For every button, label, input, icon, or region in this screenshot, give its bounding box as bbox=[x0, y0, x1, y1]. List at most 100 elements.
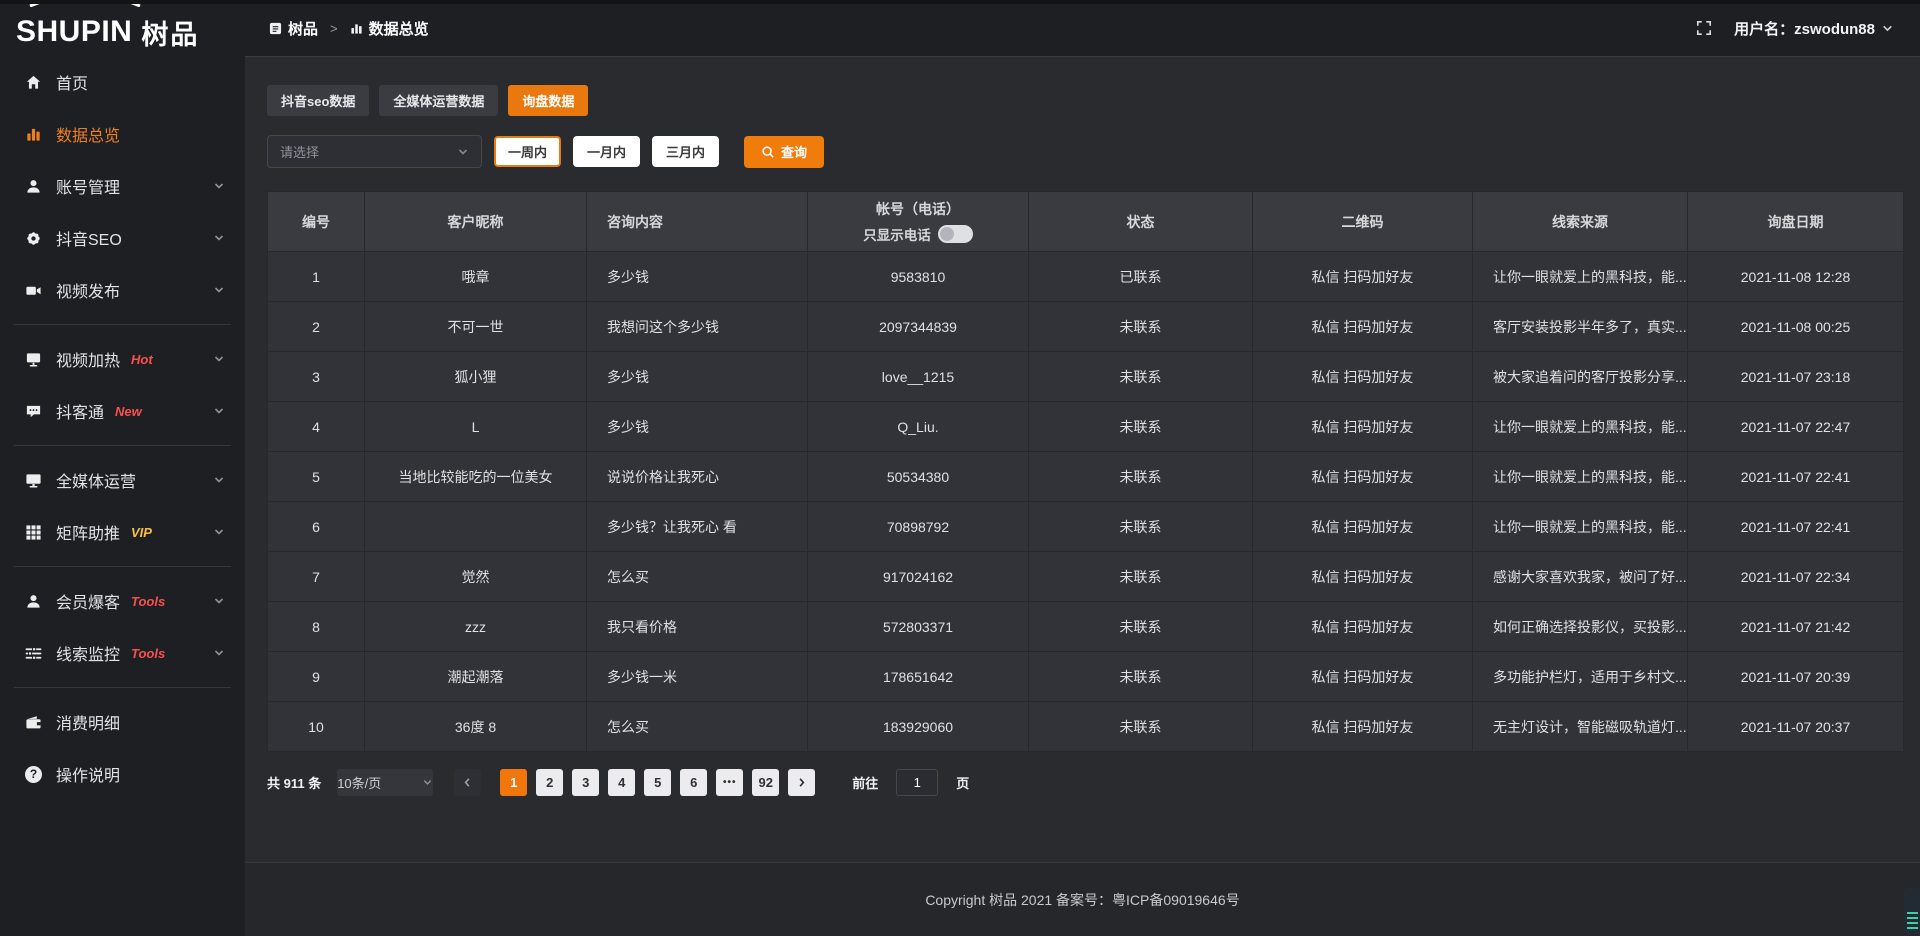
breadcrumb-root[interactable]: 树品 bbox=[288, 18, 318, 39]
cell-source-link[interactable]: 感谢大家喜欢我家，被问了好... bbox=[1473, 552, 1688, 602]
floating-widget-stripes bbox=[1907, 912, 1918, 931]
page-button-6[interactable]: 6 bbox=[680, 769, 707, 796]
sidebar-item-member-burst[interactable]: 会员爆客 Tools bbox=[0, 575, 245, 627]
table-row: 2 不可一世 我想问这个多少钱 2097344839 未联系 私信 扫码加好友 … bbox=[268, 302, 1904, 352]
sidebar-item-douketong[interactable]: 抖客通 New bbox=[0, 385, 245, 437]
cell-qrcode-link[interactable]: 私信 扫码加好友 bbox=[1253, 652, 1473, 702]
sidebar-item-lead-monitor[interactable]: 线索监控 Tools bbox=[0, 627, 245, 679]
jump-prefix-label: 前往 bbox=[852, 773, 878, 792]
cell-content: 怎么买 bbox=[587, 552, 808, 602]
cell-source-link[interactable]: 客厅安装投影半年多了，真实... bbox=[1473, 302, 1688, 352]
cell-qrcode-link[interactable]: 私信 扫码加好友 bbox=[1253, 502, 1473, 552]
user-icon bbox=[24, 178, 43, 195]
sidebar-item-omni-media[interactable]: 全媒体运营 bbox=[0, 454, 245, 506]
cell-index: 2 bbox=[268, 302, 365, 352]
chevron-down-icon bbox=[422, 777, 433, 788]
page-button-2[interactable]: 2 bbox=[536, 769, 563, 796]
page-button-1[interactable]: 1 bbox=[500, 769, 527, 796]
cell-source-link[interactable]: 被大家追着问的客厅投影分享... bbox=[1473, 352, 1688, 402]
cell-qrcode-link[interactable]: 私信 扫码加好友 bbox=[1253, 252, 1473, 302]
cell-qrcode-link[interactable]: 私信 扫码加好友 bbox=[1253, 302, 1473, 352]
cell-source-link[interactable]: 如何正确选择投影仪，买投影... bbox=[1473, 602, 1688, 652]
cell-qrcode-link[interactable]: 私信 扫码加好友 bbox=[1253, 402, 1473, 452]
period-quarter-button[interactable]: 三月内 bbox=[652, 136, 719, 167]
cell-source-link[interactable]: 让你一眼就爱上的黑科技，能... bbox=[1473, 502, 1688, 552]
cell-content: 多少钱一米 bbox=[587, 652, 808, 702]
next-page-button[interactable] bbox=[788, 769, 815, 796]
cell-index: 5 bbox=[268, 452, 365, 502]
cell-account: 2097344839 bbox=[808, 302, 1029, 352]
cell-nickname: 当地比较能吃的一位美女 bbox=[365, 452, 587, 502]
page-button-3[interactable]: 3 bbox=[572, 769, 599, 796]
toggle-knob bbox=[940, 227, 954, 241]
username-dropdown[interactable]: 用户名：zswodun88 bbox=[1734, 18, 1875, 39]
cell-source-link[interactable]: 多功能护栏灯，适用于乡村文... bbox=[1473, 652, 1688, 702]
sidebar-item-account-management[interactable]: 账号管理 bbox=[0, 160, 245, 212]
cell-source-link[interactable]: 让你一眼就爱上的黑科技，能... bbox=[1473, 452, 1688, 502]
cell-nickname: 36度 8 bbox=[365, 702, 587, 752]
sidebar-item-help[interactable]: ? 操作说明 bbox=[0, 748, 245, 800]
cell-qrcode-link[interactable]: 私信 扫码加好友 bbox=[1253, 602, 1473, 652]
page-button-5[interactable]: 5 bbox=[644, 769, 671, 796]
page-button-92[interactable]: 92 bbox=[752, 769, 779, 796]
cell-qrcode-link[interactable]: 私信 扫码加好友 bbox=[1253, 552, 1473, 602]
sidebar-item-douyin-seo[interactable]: 抖音SEO bbox=[0, 212, 245, 264]
sidebar-item-data-overview[interactable]: 数据总览 bbox=[0, 108, 245, 160]
page-button-4[interactable]: 4 bbox=[608, 769, 635, 796]
sidebar-item-video-publish[interactable]: 视频发布 bbox=[0, 264, 245, 316]
cell-account: 572803371 bbox=[808, 602, 1029, 652]
breadcrumb-separator: > bbox=[330, 21, 338, 36]
sidebar: SHUPIN 树品 首页 数据总览 账号管理 bbox=[0, 0, 245, 936]
prev-page-button[interactable] bbox=[454, 769, 481, 796]
hot-badge: Hot bbox=[131, 352, 153, 367]
account-select[interactable]: 请选择 bbox=[267, 135, 482, 168]
tab-douyin-seo-data[interactable]: 抖音seo数据 bbox=[267, 85, 369, 116]
breadcrumb: 树品 > 数据总览 bbox=[269, 18, 429, 39]
app-window: SHUPIN 树品 首页 数据总览 账号管理 bbox=[0, 0, 1920, 936]
cell-qrcode-link[interactable]: 私信 扫码加好友 bbox=[1253, 452, 1473, 502]
cell-source-link[interactable]: 让你一眼就爱上的黑科技，能... bbox=[1473, 252, 1688, 302]
page-size-select[interactable]: 10条/页 bbox=[337, 769, 433, 796]
cell-date: 2021-11-07 21:42 bbox=[1688, 602, 1904, 652]
chevron-down-icon bbox=[213, 526, 225, 538]
filter-bar: 请选择 一周内 一月内 三月内 查询 bbox=[267, 135, 1902, 168]
page-size-value: 10条/页 bbox=[337, 773, 381, 792]
cell-status: 未联系 bbox=[1029, 302, 1253, 352]
cell-date: 2021-11-07 20:39 bbox=[1688, 652, 1904, 702]
wallet-icon bbox=[24, 714, 43, 731]
cell-date: 2021-11-08 12:28 bbox=[1688, 252, 1904, 302]
table-row: 3 狐小狸 多少钱 love__1215 未联系 私信 扫码加好友 被大家追着问… bbox=[268, 352, 1904, 402]
main-column: 树品 > 数据总览 用户名：zswodun88 抖音seo数据 全 bbox=[245, 0, 1920, 936]
cell-date: 2021-11-07 22:47 bbox=[1688, 402, 1904, 452]
period-week-button[interactable]: 一周内 bbox=[494, 136, 561, 167]
period-month-button[interactable]: 一月内 bbox=[573, 136, 640, 167]
footer: Copyright 树品 2021 备案号：粤ICP备09019646号 bbox=[245, 862, 1920, 936]
tab-omni-media-data[interactable]: 全媒体运营数据 bbox=[379, 85, 498, 116]
cell-source-link[interactable]: 让你一眼就爱上的黑科技，能... bbox=[1473, 402, 1688, 452]
cell-account: Q_Liu. bbox=[808, 402, 1029, 452]
more-pages-button[interactable]: ••• bbox=[716, 769, 743, 796]
cell-status: 未联系 bbox=[1029, 502, 1253, 552]
cell-qrcode-link[interactable]: 私信 扫码加好友 bbox=[1253, 702, 1473, 752]
floating-widget[interactable] bbox=[1904, 888, 1920, 936]
cell-status: 已联系 bbox=[1029, 252, 1253, 302]
cell-content: 怎么买 bbox=[587, 702, 808, 752]
sidebar-item-expense-detail[interactable]: 消费明细 bbox=[0, 696, 245, 748]
search-button[interactable]: 查询 bbox=[744, 136, 824, 168]
cell-qrcode-link[interactable]: 私信 扫码加好友 bbox=[1253, 352, 1473, 402]
fullscreen-icon[interactable] bbox=[1696, 20, 1712, 36]
select-placeholder: 请选择 bbox=[280, 142, 319, 161]
sidebar-item-video-heat[interactable]: 视频加热 Hot bbox=[0, 333, 245, 385]
cell-source-link[interactable]: 无主灯设计，智能磁吸轨道灯... bbox=[1473, 702, 1688, 752]
table-row: 5 当地比较能吃的一位美女 说说价格让我死心 50534380 未联系 私信 扫… bbox=[268, 452, 1904, 502]
logo-text: SHUPIN bbox=[16, 17, 132, 47]
sidebar-item-label: 账号管理 bbox=[56, 174, 120, 198]
top-strip bbox=[0, 0, 1920, 4]
tab-inquiry-data[interactable]: 询盘数据 bbox=[508, 85, 588, 116]
sidebar-item-home[interactable]: 首页 bbox=[0, 56, 245, 108]
sidebar-item-matrix-boost[interactable]: 矩阵助推 VIP bbox=[0, 506, 245, 558]
jump-page-input[interactable] bbox=[896, 769, 938, 796]
cell-date: 2021-11-07 22:41 bbox=[1688, 452, 1904, 502]
sidebar-item-label: 抖客通 bbox=[56, 399, 104, 423]
phone-only-toggle[interactable] bbox=[938, 225, 973, 243]
